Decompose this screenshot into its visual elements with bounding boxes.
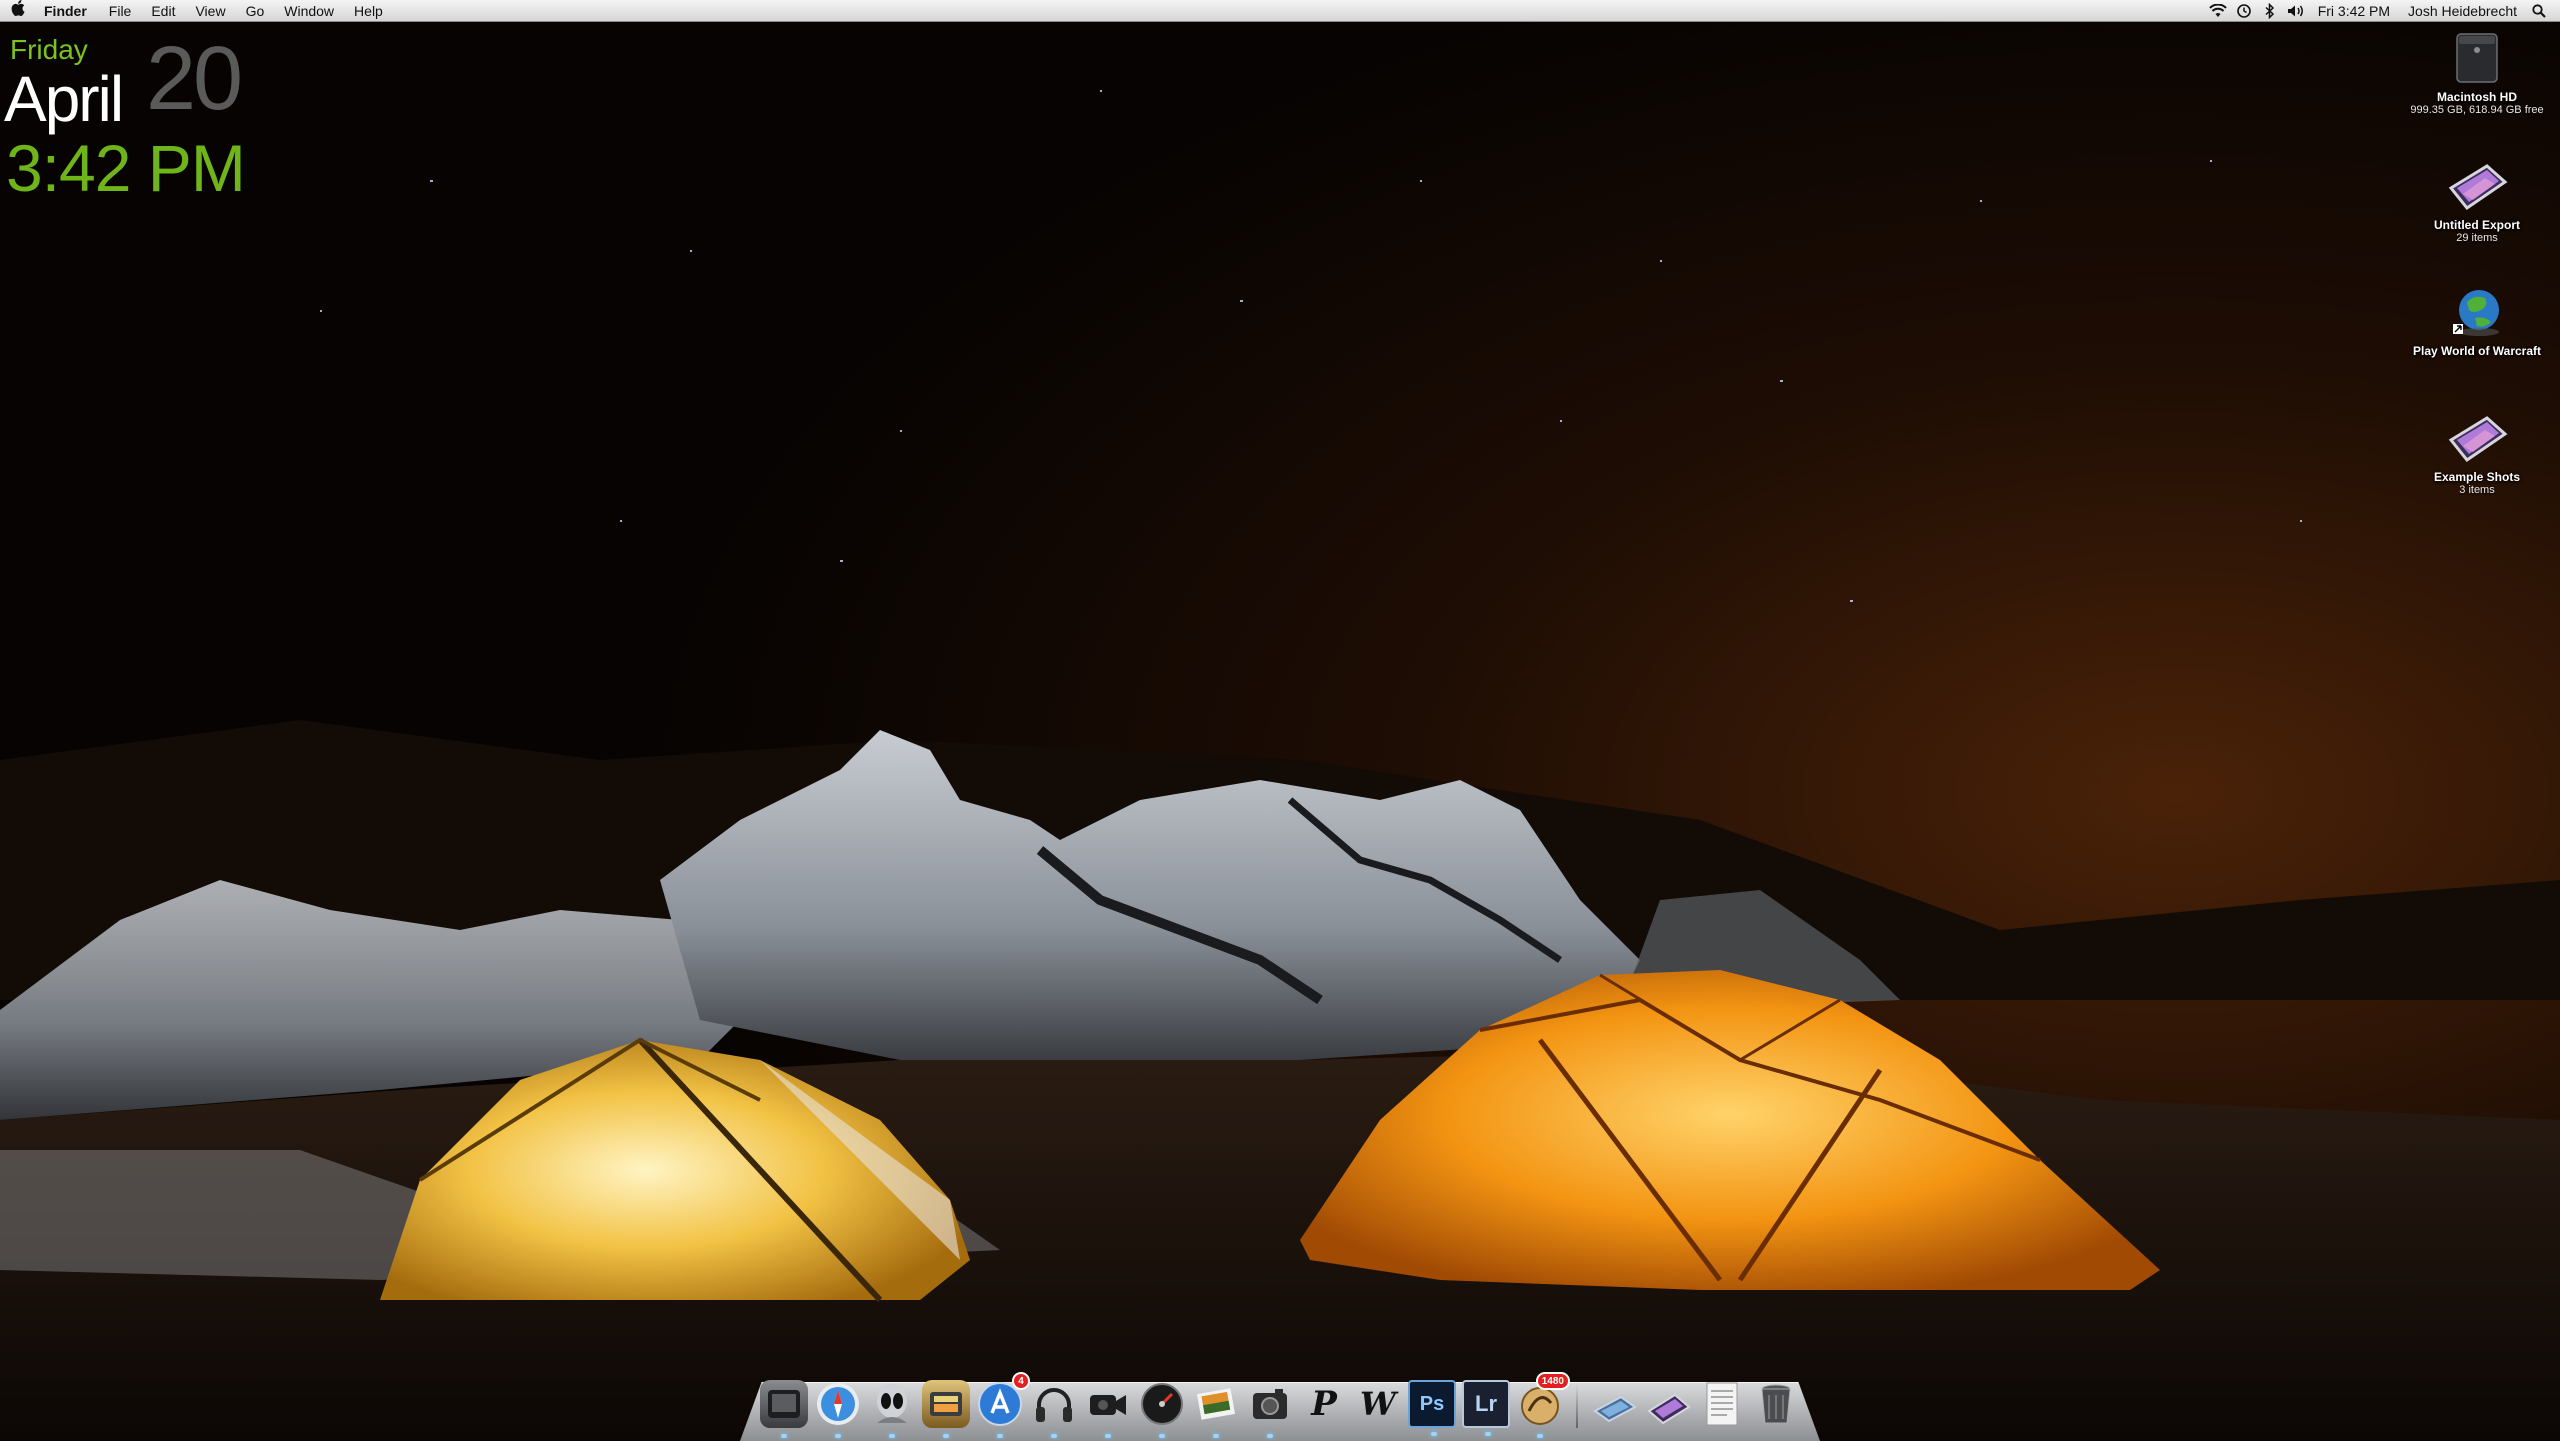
desktop-icon-label: Example Shots	[2433, 470, 2521, 484]
desktop-icon-example-shots[interactable]: Example Shots 3 items	[2402, 410, 2552, 497]
world-of-warcraft-globe-icon	[2445, 284, 2509, 340]
volume-icon[interactable]	[2285, 0, 2307, 22]
menu-edit[interactable]: Edit	[141, 0, 185, 22]
mail-stamp-icon[interactable]: 1480	[1516, 1372, 1570, 1438]
menu-file[interactable]: File	[99, 0, 142, 22]
photoshop-label: Ps	[1419, 1392, 1445, 1415]
menu-go[interactable]: Go	[236, 0, 275, 22]
desktop-icon-info: 29 items	[2456, 232, 2498, 244]
alien-app-icon[interactable]	[868, 1380, 916, 1438]
headphones-icon[interactable]	[1030, 1380, 1078, 1438]
time-machine-icon[interactable]	[2233, 0, 2255, 22]
script-p-icon[interactable]: P	[1300, 1380, 1348, 1428]
finder-icon[interactable]	[760, 1380, 808, 1438]
clock-time: 3:42 PM	[6, 131, 246, 205]
menu-window[interactable]: Window	[274, 0, 344, 22]
photo-stack-icon[interactable]	[1644, 1380, 1692, 1428]
wifi-icon[interactable]	[2207, 0, 2229, 22]
bird-app-icon[interactable]	[922, 1380, 970, 1438]
desktop-icon-untitled-export[interactable]: Untitled Export 29 items	[2402, 158, 2552, 245]
mail-badge: 1480	[1535, 1372, 1570, 1390]
bluetooth-icon[interactable]	[2259, 0, 2281, 22]
desktop-icon-label: Play World of Warcraft	[2412, 344, 2542, 358]
app-store-badge: 4	[1012, 1372, 1030, 1390]
lightroom-icon[interactable]: Lr	[1462, 1380, 1510, 1436]
desktop-wallpaper	[0, 0, 2560, 1440]
gauge-icon[interactable]	[1138, 1380, 1186, 1438]
desktop-icon-info: 999.35 GB, 618.94 GB free	[2410, 104, 2544, 116]
apple-logo-icon[interactable]	[0, 0, 36, 21]
camera-box-icon[interactable]	[1246, 1380, 1294, 1438]
photo-folder-icon	[2445, 410, 2509, 466]
menu-bar: Finder File Edit View Go Window Help Fri…	[0, 0, 2560, 22]
camera-icon[interactable]	[1084, 1380, 1132, 1438]
clock-widget: 20 Friday April 3:42 PM	[4, 29, 304, 205]
desktop-icon-macintosh-hd[interactable]: Macintosh HD 999.35 GB, 618.94 GB free	[2402, 30, 2552, 117]
desktop-icon-play-world-of-warcraft[interactable]: Play World of Warcraft	[2402, 284, 2552, 358]
documents-stack-icon[interactable]	[1698, 1380, 1746, 1428]
dock: 4 P W Ps Lr 1480	[740, 1360, 1820, 1441]
menu-help[interactable]: Help	[344, 0, 393, 22]
photos-icon[interactable]	[1192, 1380, 1240, 1438]
hard-drive-icon	[2445, 30, 2509, 86]
script-w-label: W	[1360, 1385, 1396, 1423]
spotlight-search-icon[interactable]	[2528, 0, 2550, 22]
trash-icon[interactable]	[1752, 1380, 1800, 1428]
desktop-icon-label: Untitled Export	[2434, 218, 2520, 232]
menu-bar-clock[interactable]: Fri 3:42 PM	[2309, 0, 2399, 22]
menu-bar-user[interactable]: Josh Heidebrecht	[2399, 0, 2526, 22]
photoshop-icon[interactable]: Ps	[1408, 1380, 1456, 1436]
dock-separator	[1576, 1382, 1578, 1428]
menu-view[interactable]: View	[185, 0, 235, 22]
script-p-label: P	[1311, 1384, 1337, 1424]
photo-folder-icon	[2445, 158, 2509, 214]
downloads-stack-icon[interactable]	[1590, 1380, 1638, 1428]
clock-date: 20	[146, 29, 243, 129]
clock-month: April	[4, 63, 124, 135]
app-store-icon[interactable]: 4	[976, 1372, 1030, 1438]
desktop-icon-info: 3 items	[2459, 484, 2495, 496]
safari-compass-icon[interactable]	[814, 1380, 862, 1438]
lightroom-label: Lr	[1475, 1391, 1497, 1416]
script-w-icon[interactable]: W	[1354, 1380, 1402, 1428]
desktop-icon-label: Macintosh HD	[2436, 90, 2517, 104]
menu-app-name[interactable]: Finder	[36, 0, 99, 22]
